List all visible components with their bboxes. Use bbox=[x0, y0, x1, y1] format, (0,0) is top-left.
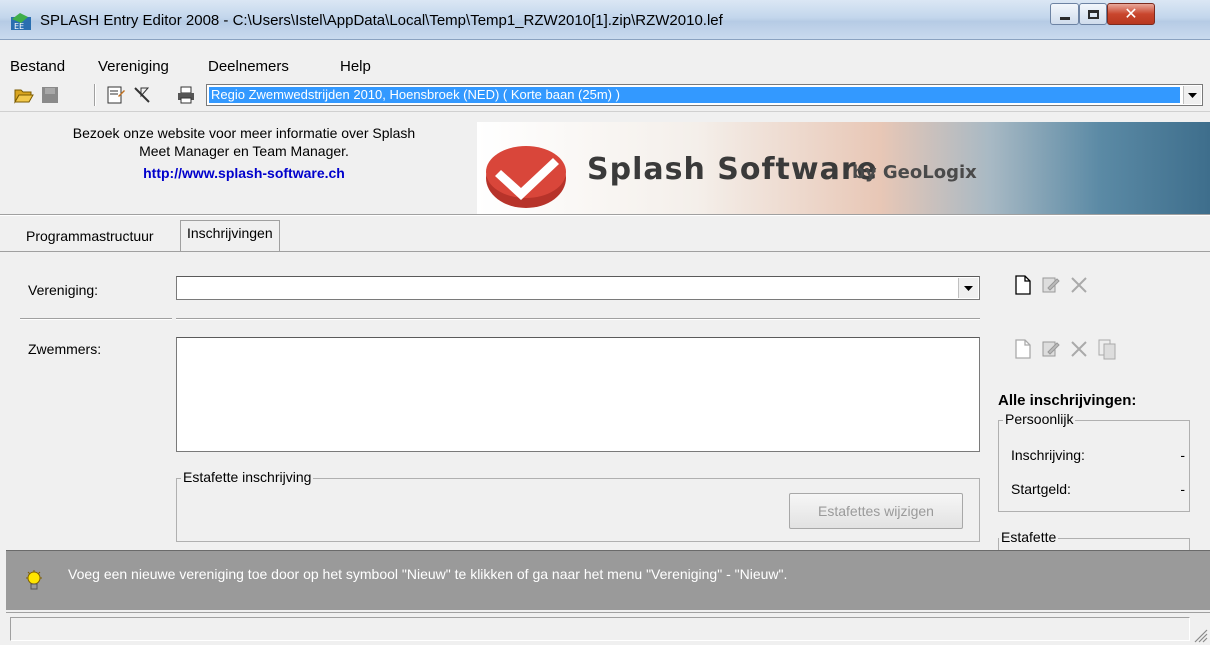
tab-programmastructuur[interactable]: Programmastructuur bbox=[20, 224, 160, 250]
summary-heading: Alle inschrijvingen: bbox=[998, 392, 1137, 409]
edit-icon bbox=[1042, 277, 1060, 293]
banner-image: Splash Software by GeoLogix bbox=[477, 122, 1210, 214]
new-icon bbox=[1015, 339, 1031, 359]
banner-text-2: Meet Manager en Team Manager. bbox=[139, 143, 349, 159]
hint-bar: Voeg een nieuwe vereniging toe door op h… bbox=[6, 550, 1210, 610]
website-link[interactable]: http://www.splash-software.ch bbox=[14, 164, 474, 182]
persoonlijk-group-title: Persoonlijk bbox=[1003, 411, 1076, 427]
tab-divider bbox=[0, 251, 1210, 252]
menu-bestand[interactable]: Bestand bbox=[10, 56, 65, 78]
toolbar: Regio Zwemwedstrijden 2010, Hoensbroek (… bbox=[0, 80, 1210, 112]
maximize-button[interactable] bbox=[1079, 3, 1107, 25]
tab-strip: Programmastructuur Inschrijvingen bbox=[0, 216, 1210, 252]
properties-icon[interactable] bbox=[106, 85, 126, 105]
banner-logo-text: Splash Software bbox=[587, 152, 878, 187]
print-icon[interactable] bbox=[176, 85, 196, 105]
resize-grip-icon[interactable] bbox=[1192, 627, 1208, 643]
delete-icon bbox=[1071, 341, 1087, 357]
vereniging-select[interactable] bbox=[176, 276, 980, 300]
copy-icon bbox=[1098, 339, 1116, 360]
inschrijving-label: Inschrijving: bbox=[1011, 447, 1085, 463]
divider bbox=[20, 318, 172, 320]
menu-vereniging[interactable]: Vereniging bbox=[98, 56, 169, 78]
startgeld-value: - bbox=[1180, 481, 1185, 497]
chevron-down-icon[interactable] bbox=[958, 278, 978, 298]
maximize-icon bbox=[1087, 9, 1099, 19]
zwemmers-label: Zwemmers: bbox=[28, 341, 102, 357]
splash-logo-icon bbox=[486, 146, 566, 208]
inschrijving-value: - bbox=[1180, 447, 1185, 463]
lightbulb-icon bbox=[26, 570, 42, 590]
divider bbox=[176, 318, 980, 320]
menu-deelnemers[interactable]: Deelnemers bbox=[208, 56, 289, 78]
meet-select-value: Regio Zwemwedstrijden 2010, Hoensbroek (… bbox=[209, 87, 1180, 103]
meet-select[interactable]: Regio Zwemwedstrijden 2010, Hoensbroek (… bbox=[206, 84, 1203, 106]
window-title: SPLASH Entry Editor 2008 - C:\Users\Iste… bbox=[40, 12, 723, 29]
toolbar-separator bbox=[94, 84, 96, 106]
hint-text: Voeg een nieuwe vereniging toe door op h… bbox=[68, 566, 788, 582]
startgeld-label: Startgeld: bbox=[1011, 481, 1071, 497]
close-icon: ✕ bbox=[1124, 4, 1138, 23]
zwemmers-list[interactable] bbox=[176, 337, 980, 452]
svg-text:EE: EE bbox=[14, 22, 24, 31]
banner-info: Bezoek onze website voor meer informatie… bbox=[14, 124, 474, 208]
banner-text-1: Bezoek onze website voor meer informatie… bbox=[72, 125, 416, 141]
status-bar bbox=[6, 612, 1210, 645]
tools-icon[interactable] bbox=[132, 85, 152, 105]
minimize-button[interactable] bbox=[1050, 3, 1079, 25]
estafette-summary-title: Estafette bbox=[999, 529, 1059, 545]
estafettes-wijzigen-button[interactable]: Estafettes wijzigen bbox=[789, 493, 963, 529]
estafette-group: Estafette inschrijving Estafettes wijzig… bbox=[176, 469, 980, 542]
edit-icon bbox=[1042, 341, 1060, 357]
minimize-icon bbox=[1059, 16, 1070, 20]
open-folder-icon[interactable] bbox=[14, 85, 34, 105]
close-button[interactable]: ✕ bbox=[1107, 3, 1155, 25]
chevron-down-icon[interactable] bbox=[1183, 86, 1201, 104]
app-icon: EE bbox=[11, 13, 31, 31]
vereniging-label: Vereniging: bbox=[28, 282, 99, 298]
menu-bar: Bestand Vereniging Deelnemers Help bbox=[0, 56, 1210, 80]
save-icon[interactable] bbox=[40, 85, 60, 105]
status-panel bbox=[10, 617, 1190, 641]
menu-help[interactable]: Help bbox=[340, 56, 371, 78]
title-bar[interactable]: EE SPLASH Entry Editor 2008 - C:\Users\I… bbox=[0, 0, 1210, 40]
tab-inschrijvingen[interactable]: Inschrijvingen bbox=[180, 220, 280, 252]
banner-by-text: by GeoLogix bbox=[852, 162, 977, 183]
delete-icon bbox=[1071, 277, 1087, 293]
new-icon[interactable] bbox=[1012, 274, 1034, 296]
persoonlijk-group: Persoonlijk Inschrijving: - Startgeld: - bbox=[998, 411, 1190, 512]
estafette-group-title: Estafette inschrijving bbox=[181, 469, 314, 485]
